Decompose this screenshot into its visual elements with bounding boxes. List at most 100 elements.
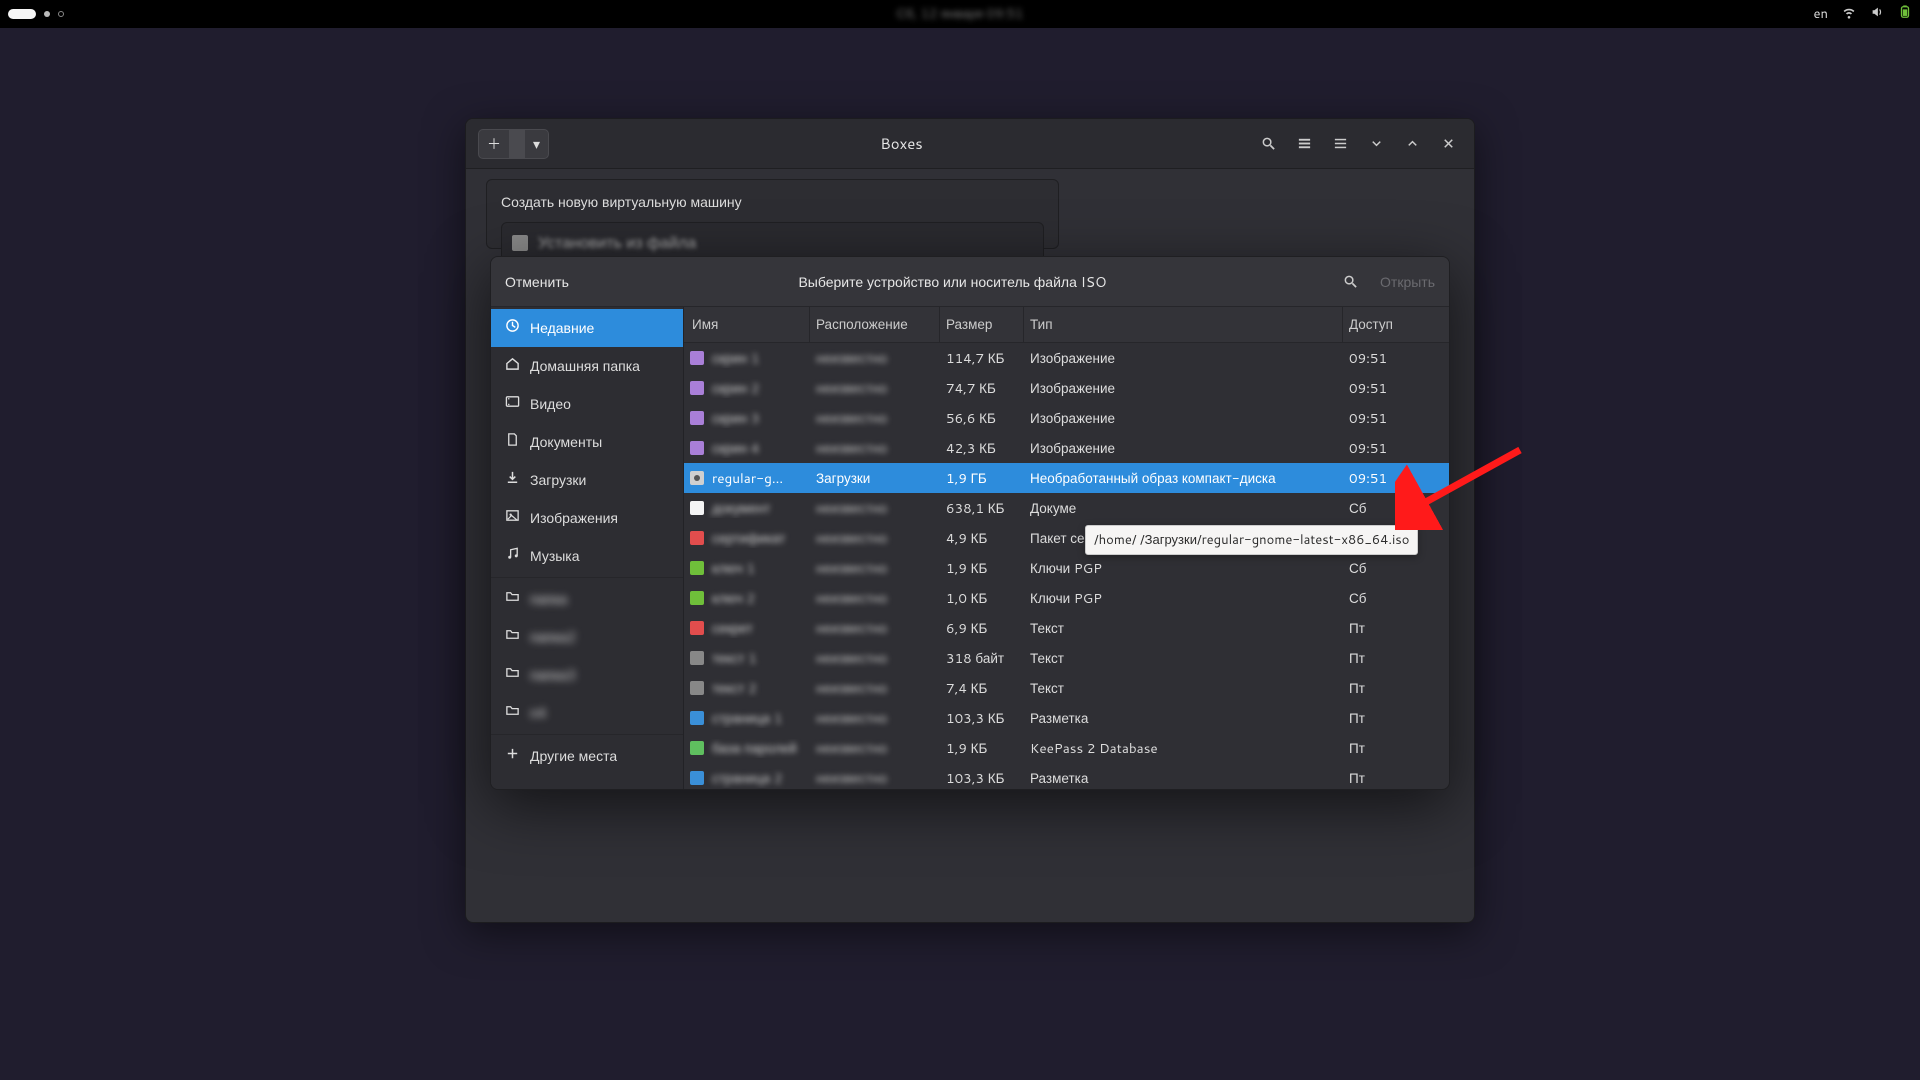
file-type-icon: [690, 741, 704, 755]
search-icon[interactable]: [1336, 268, 1364, 296]
picture-icon: [505, 508, 520, 528]
create-vm-title: Создать новую виртуальную машину: [501, 192, 1044, 212]
battery-icon[interactable]: [1898, 5, 1912, 24]
file-list-header: Имя Расположение Размер Тип Доступ: [684, 307, 1449, 343]
sidebar-item-label: Документы: [530, 432, 602, 452]
sidebar-item-label: папка: [530, 589, 567, 609]
file-chooser-sidebar: НедавниеДомашняя папкаВидео Документы Загр…: [491, 307, 684, 789]
sidebar-item-label: папка3: [530, 665, 576, 685]
file-row[interactable]: страница 1 неизвестно 103,3 КБ Разметка …: [684, 703, 1449, 733]
column-size[interactable]: Размер: [940, 307, 1024, 342]
sidebar-item-download[interactable]: Загрузки: [491, 461, 683, 499]
tooltip-user-blurred: [1136, 531, 1140, 549]
file-size: 4,9 КБ: [940, 529, 1024, 548]
wifi-icon[interactable]: [1842, 5, 1856, 24]
sidebar-bookmark[interactable]: п4: [491, 694, 683, 732]
sidebar-item-video[interactable]: Видео: [491, 385, 683, 423]
file-size: 1,9 КБ: [940, 739, 1024, 758]
file-accessed: Пт: [1343, 619, 1449, 638]
sidebar-separator: [491, 734, 683, 735]
file-row[interactable]: документ неизвестно 638,1 КБ Докуме Сб: [684, 493, 1449, 523]
home-icon: [505, 356, 520, 376]
menu-icon[interactable]: [1326, 130, 1354, 158]
file-location: неизвестно: [816, 619, 887, 638]
file-row[interactable]: ключ 2 неизвестно 1,0 КБ Ключи PGP Сб: [684, 583, 1449, 613]
cancel-button[interactable]: Отменить: [505, 272, 569, 292]
column-accessed[interactable]: Доступ: [1343, 307, 1449, 342]
boxes-headerbar: ＋ ▾ Boxes: [466, 119, 1474, 169]
sidebar-bookmark[interactable]: папка: [491, 580, 683, 618]
file-row[interactable]: скрин 1 неизвестно 114,7 КБ Изображение …: [684, 343, 1449, 373]
file-type-icon: [690, 441, 704, 455]
file-name: скрин 4: [712, 439, 759, 458]
file-name: текст 2: [712, 679, 757, 698]
file-row[interactable]: скрин 3 неизвестно 56,6 КБ Изображение 0…: [684, 403, 1449, 433]
folder-icon: [505, 665, 520, 685]
file-row[interactable]: страница 2 неизвестно 103,3 КБ Разметка …: [684, 763, 1449, 789]
file-row[interactable]: regular-g… Загрузки 1,9 ГБ Необработанны…: [684, 463, 1449, 493]
maximize-button[interactable]: [1398, 130, 1426, 158]
sidebar-item-label: Изображения: [530, 508, 618, 528]
minimize-button[interactable]: [1362, 130, 1390, 158]
workspace-dot[interactable]: [58, 11, 64, 17]
file-type: Изображение: [1024, 379, 1343, 398]
file-row[interactable]: скрин 4 неизвестно 42,3 КБ Изображение 0…: [684, 433, 1449, 463]
volume-icon[interactable]: [1870, 5, 1884, 24]
file-row[interactable]: текст 1 неизвестно 318 байт Текст Пт: [684, 643, 1449, 673]
plus-icon: ＋: [479, 134, 509, 154]
list-view-icon[interactable]: [1290, 130, 1318, 158]
new-vm-button[interactable]: ＋ ▾: [478, 129, 549, 159]
column-location[interactable]: Расположение: [810, 307, 940, 342]
sidebar-bookmark[interactable]: папка2: [491, 618, 683, 656]
column-name[interactable]: Имя: [684, 307, 810, 342]
file-type: Разметка: [1024, 769, 1343, 788]
file-type: Изображение: [1024, 439, 1343, 458]
sidebar-item-clock[interactable]: Недавние: [491, 309, 683, 347]
keyboard-layout-indicator[interactable]: en: [1814, 5, 1828, 23]
file-type-icon: [690, 531, 704, 545]
file-accessed: Сб: [1343, 589, 1449, 608]
close-button[interactable]: [1434, 130, 1462, 158]
sidebar-item-doc[interactable]: Документы: [491, 423, 683, 461]
sidebar-bookmark[interactable]: папка3: [491, 656, 683, 694]
file-row[interactable]: секрет неизвестно 6,9 КБ Текст Пт: [684, 613, 1449, 643]
file-accessed: Сб: [1343, 499, 1449, 518]
file-name: текст 1: [712, 649, 757, 668]
column-type[interactable]: Тип: [1024, 307, 1343, 342]
download-icon: [505, 470, 520, 490]
open-button[interactable]: Открыть: [1380, 272, 1435, 292]
file-type: Ключи PGP: [1024, 559, 1343, 578]
file-type: Изображение: [1024, 409, 1343, 428]
file-type-icon: [690, 651, 704, 665]
file-size: 114,7 КБ: [940, 349, 1024, 368]
file-type: Необработанный образ компакт-диска: [1024, 469, 1343, 488]
file-row[interactable]: текст 2 неизвестно 7,4 КБ Текст Пт: [684, 673, 1449, 703]
sidebar-other-places[interactable]: Другие места: [491, 737, 683, 775]
file-type-icon: [690, 711, 704, 725]
file-accessed: Пт: [1343, 769, 1449, 788]
folder-icon: [505, 627, 520, 647]
file-name: скрин 2: [712, 379, 759, 398]
activities-pill[interactable]: [8, 9, 36, 19]
file-type-icon: [690, 621, 704, 635]
file-accessed: 09:51: [1343, 349, 1449, 368]
file-row[interactable]: ключ 1 неизвестно 1,9 КБ Ключи PGP Сб: [684, 553, 1449, 583]
file-row[interactable]: скрин 2 неизвестно 74,7 КБ Изображение 0…: [684, 373, 1449, 403]
file-location: неизвестно: [816, 349, 887, 368]
sidebar-item-home[interactable]: Домашняя папка: [491, 347, 683, 385]
sidebar-item-music[interactable]: Музыка: [491, 537, 683, 575]
sidebar-item-picture[interactable]: Изображения: [491, 499, 683, 537]
search-icon[interactable]: [1254, 130, 1282, 158]
workspace-dot-active[interactable]: [44, 11, 50, 17]
file-size: 6,9 КБ: [940, 619, 1024, 638]
file-accessed: Пт: [1343, 649, 1449, 668]
file-type: Текст: [1024, 619, 1343, 638]
button-divider: [509, 130, 525, 158]
folder-icon: [505, 703, 520, 723]
file-type-icon: [690, 561, 704, 575]
file-type-icon: [690, 381, 704, 395]
file-row[interactable]: база паролей неизвестно 1,9 КБ KeePass 2…: [684, 733, 1449, 763]
iso-file-icon: [512, 235, 528, 251]
file-size: 7,4 КБ: [940, 679, 1024, 698]
clock-icon: [505, 318, 520, 338]
